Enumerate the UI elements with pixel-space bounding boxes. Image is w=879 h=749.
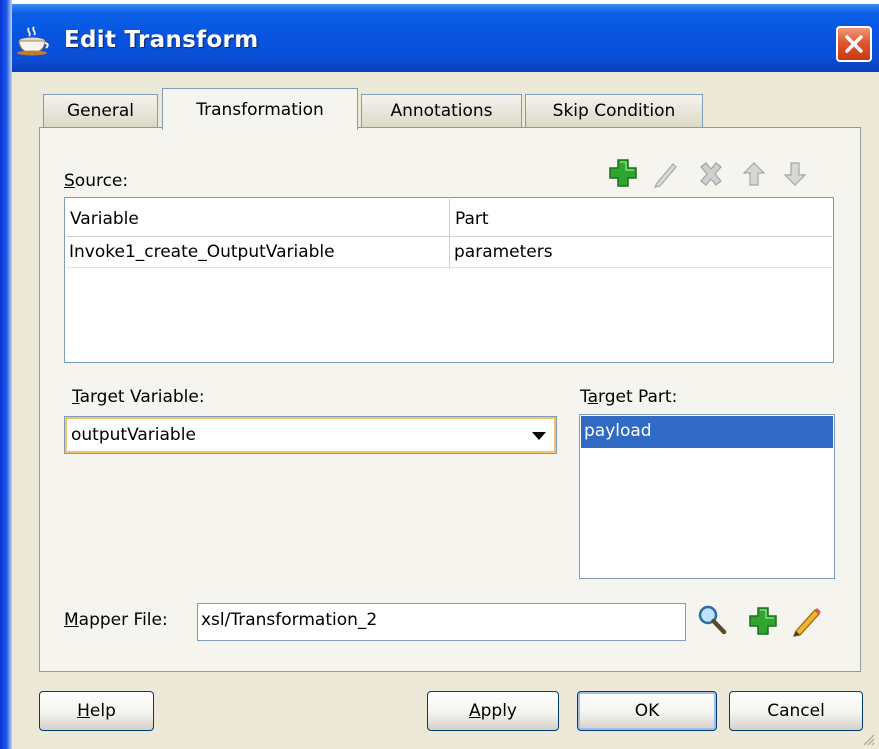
tab-annotations[interactable]: Annotations — [361, 94, 522, 128]
chevron-down-icon[interactable] — [532, 432, 546, 440]
target-part-label: Target Part: — [580, 387, 678, 407]
edit-transform-dialog: Edit Transform General Transformation An… — [0, 0, 879, 749]
mapper-file-field[interactable] — [197, 603, 686, 641]
close-button[interactable] — [836, 26, 872, 62]
edit-icon[interactable] — [791, 605, 823, 642]
cell-variable: Invoke1_create_OutputVariable — [69, 242, 335, 262]
table-row[interactable]: Invoke1_create_OutputVariable parameters — [66, 238, 832, 268]
add-icon[interactable] — [608, 158, 638, 193]
move-down-icon[interactable] — [783, 161, 807, 192]
tab-general[interactable]: General — [43, 94, 158, 128]
tab-transformation[interactable]: Transformation — [162, 88, 358, 130]
source-table: Variable Part Invoke1_create_OutputVaria… — [64, 197, 834, 363]
apply-button[interactable]: Apply — [427, 691, 559, 731]
tab-label: Annotations — [390, 101, 493, 121]
tab-label: Skip Condition — [552, 101, 676, 121]
window-title: Edit Transform — [64, 27, 259, 53]
delete-icon[interactable] — [697, 161, 725, 192]
edit-icon[interactable] — [652, 160, 680, 193]
tab-label: Transformation — [196, 100, 324, 120]
search-icon[interactable] — [697, 604, 727, 641]
resize-grip-icon[interactable] — [861, 731, 875, 746]
move-up-icon[interactable] — [742, 161, 766, 192]
coffee-cup-icon — [16, 26, 50, 56]
source-label: Source: — [64, 171, 129, 191]
ok-button[interactable]: OK — [577, 691, 717, 731]
list-item[interactable]: payload — [581, 416, 833, 448]
help-button[interactable]: Help — [39, 691, 154, 731]
title-bar[interactable]: Edit Transform — [0, 4, 879, 72]
target-part-list[interactable]: payload — [579, 414, 835, 579]
column-header-part[interactable]: Part — [455, 209, 489, 229]
target-variable-select[interactable]: outputVariable — [64, 416, 557, 454]
cell-part: parameters — [454, 242, 553, 262]
column-header-variable[interactable]: Variable — [70, 209, 139, 229]
cancel-button[interactable]: Cancel — [729, 691, 863, 731]
mapper-file-label: Mapper File: — [64, 610, 168, 630]
mapper-file-input[interactable] — [201, 610, 681, 630]
tab-label: General — [67, 101, 134, 121]
tab-skip-condition[interactable]: Skip Condition — [525, 94, 703, 128]
target-variable-label: Target Variable: — [72, 387, 205, 407]
target-variable-value: outputVariable — [71, 425, 196, 445]
window-left-border — [0, 0, 12, 749]
add-icon[interactable] — [748, 606, 778, 641]
